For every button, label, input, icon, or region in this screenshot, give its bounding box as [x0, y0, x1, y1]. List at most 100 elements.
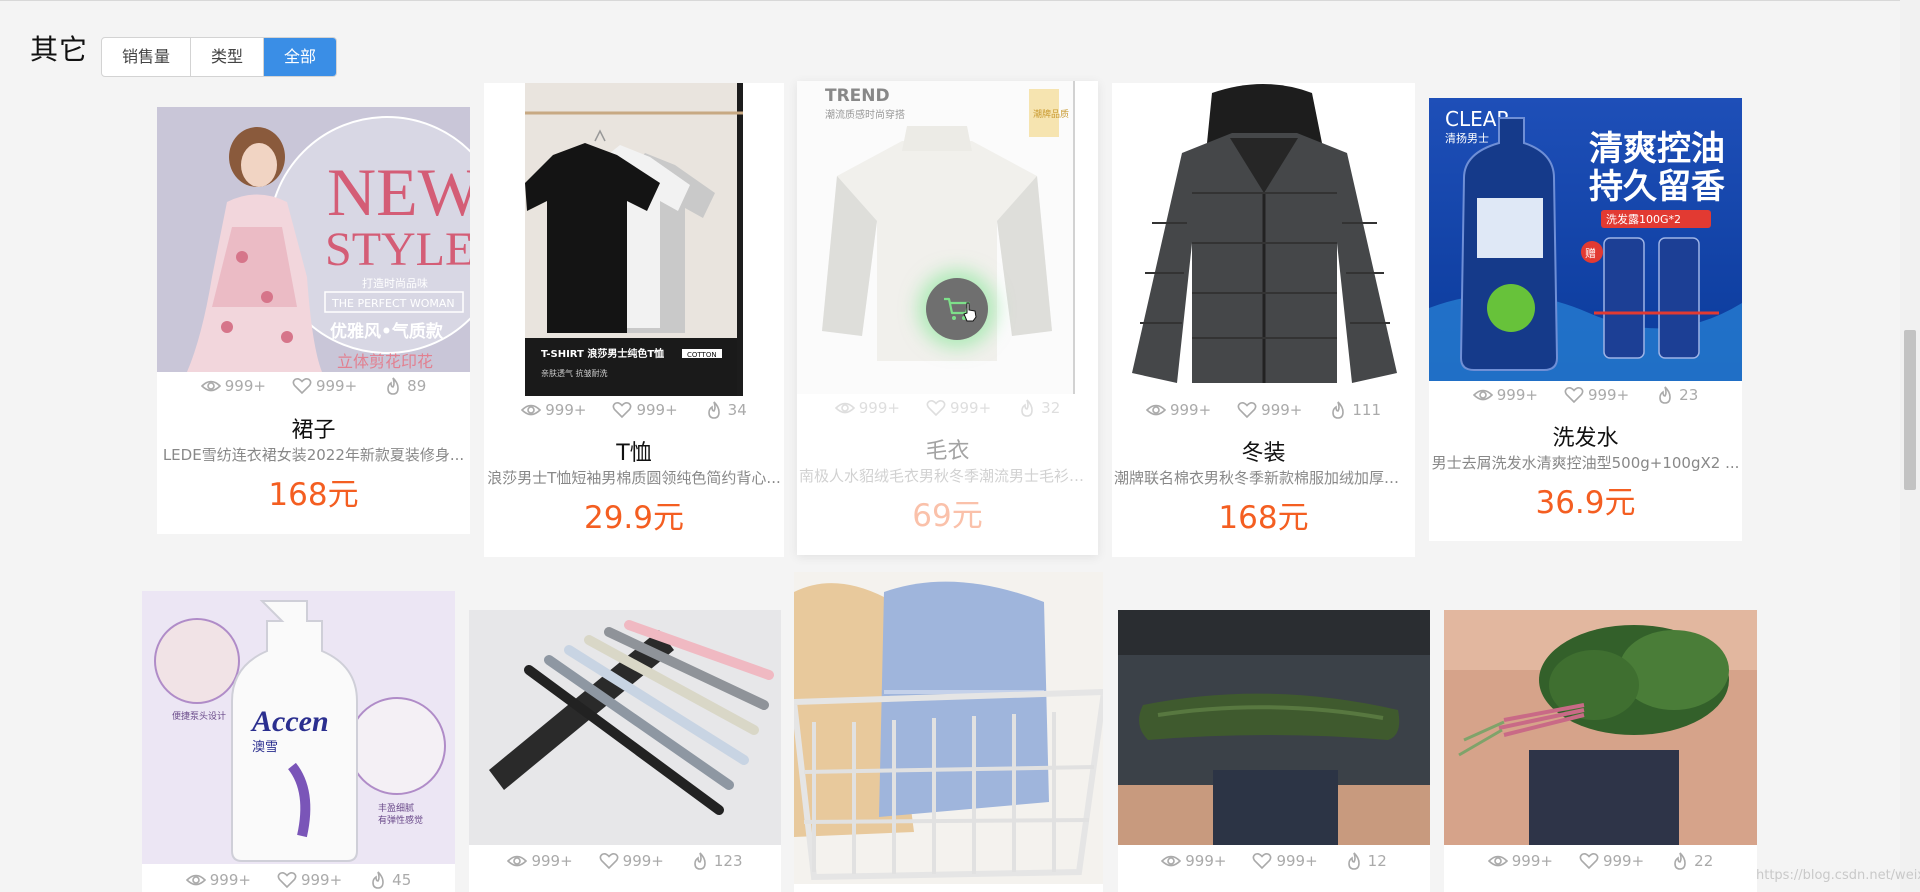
product-card-dress[interactable]: NEW STYLE 打造时尚品味 THE PERFECT WOMAN 优雅风•气… [157, 107, 470, 534]
product-image-toothbrush [469, 610, 781, 845]
product-card-spinach[interactable]: 999+ 999+ 22 [1444, 610, 1757, 892]
product-image-bodywash: Accen 澳雪 便捷泵头设计 丰盈细腻 有弹性感觉 [142, 591, 455, 864]
image-text-gift: 赠 [1585, 246, 1596, 260]
product-card-bodywash[interactable]: Accen 澳雪 便捷泵头设计 丰盈细腻 有弹性感觉 999+ 999+ 45 [142, 591, 455, 892]
views-count: 999+ [1185, 852, 1227, 870]
views-count: 999+ [858, 399, 900, 417]
product-stats: 999+ 999+ 123 [469, 852, 781, 870]
flame-icon [372, 871, 384, 889]
views-count: 999+ [545, 401, 587, 419]
flame-icon [1674, 852, 1686, 870]
hot-count: 32 [1041, 399, 1061, 417]
product-price: 168元 [1218, 500, 1309, 536]
heart-icon[interactable] [599, 852, 619, 870]
product-price: 29.9元 [583, 500, 685, 536]
views-count: 999+ [1169, 401, 1212, 419]
add-to-cart-button[interactable] [926, 278, 988, 340]
image-text-gift-badge: 洗发露100G*2 [1606, 212, 1681, 226]
heart-icon[interactable] [1237, 401, 1257, 419]
views-count: 999+ [1496, 386, 1538, 404]
product-stats: 999+ 999+ 34 [484, 401, 784, 419]
product-stats: 999+ 999+ 23 [1429, 386, 1742, 404]
image-text-perfect: THE PERFECT WOMAN [331, 297, 455, 310]
eye-icon [507, 855, 528, 867]
image-text-brand: 清扬男士 [1445, 131, 1489, 145]
product-stats: 999+ 999+ 32 [797, 399, 1098, 417]
views-count: 999+ [209, 871, 251, 889]
hot-count: 22 [1694, 852, 1714, 870]
image-text-sub: 打造时尚品味 [362, 276, 428, 290]
product-name: T恤 [616, 441, 652, 466]
heart-icon[interactable] [1252, 852, 1272, 870]
product-stats: 999+ 999+ 111 [1112, 401, 1415, 419]
scrollbar-thumb[interactable] [1904, 330, 1916, 490]
product-card-tshirt[interactable]: T-SHIRT 浪莎男士纯色T恤 COTTON 亲肤透气 抗皱耐洗 999+ 9… [484, 83, 784, 557]
image-text-elastic: 有弹性感觉 [378, 814, 423, 826]
likes-count: 999+ [949, 399, 992, 417]
product-price: 69元 [912, 498, 983, 534]
eye-icon [185, 874, 206, 886]
views-count: 999+ [1511, 852, 1553, 870]
product-stats: 999+ 999+ 45 [142, 871, 455, 889]
product-name: 冬装 [1241, 441, 1286, 466]
heart-icon[interactable] [292, 377, 312, 395]
hot-count: 12 [1367, 852, 1387, 870]
heart-icon[interactable] [926, 399, 946, 417]
product-name: 毛衣 [925, 439, 970, 464]
eye-icon [521, 404, 542, 416]
product-image-towel [794, 572, 1103, 884]
image-text-new: NEW [327, 154, 470, 230]
product-description: LEDE雪纺连衣裙女装2022年新款夏装修身... [162, 446, 465, 464]
hand-pointer-icon [963, 302, 977, 322]
top-divider [0, 0, 1920, 1]
product-card-jacket[interactable]: 999+ 999+ 111 冬装 潮牌联名棉衣男秋冬季新款棉服加绒加厚棉... … [1112, 83, 1415, 557]
filter-button-group: 销售量 类型 全部 [101, 37, 338, 77]
image-text-rich: 丰盈细腻 [378, 802, 414, 814]
product-card-shampoo[interactable]: CLEAR 清扬男士 清爽控油 持久留香 洗发露100G*2 赠 999+ 99… [1429, 98, 1742, 541]
likes-count: 999+ [1261, 401, 1303, 419]
image-text-tshirt: T-SHIRT 浪莎男士纯色T恤 [541, 347, 664, 360]
hot-count: 34 [727, 401, 747, 419]
image-text-slogan-1: 清爽控油 [1589, 129, 1725, 169]
product-name: 裙子 [291, 418, 336, 443]
product-description: 浪莎男士T恤短袖男棉质圆领纯色简约背心... [487, 469, 781, 487]
likes-count: 999+ [1276, 852, 1318, 870]
heart-icon[interactable] [277, 871, 297, 889]
eye-icon [200, 380, 221, 392]
hot-count: 123 [713, 852, 743, 870]
likes-count: 999+ [300, 871, 343, 889]
product-card-cucumber[interactable]: 999+ 999+ 12 [1118, 610, 1430, 892]
flame-icon [1332, 401, 1345, 419]
heart-icon[interactable] [1564, 386, 1584, 404]
product-image-cucumber [1118, 610, 1430, 845]
filter-sales-button[interactable]: 销售量 [102, 38, 192, 76]
eye-icon [1472, 389, 1493, 401]
filter-type-button[interactable]: 类型 [191, 38, 265, 76]
flame-icon [694, 852, 706, 870]
product-price: 168元 [268, 477, 359, 513]
hot-count: 45 [392, 871, 412, 889]
likes-count: 999+ [636, 401, 678, 419]
views-count: 999+ [531, 852, 573, 870]
image-text-aoxue: 澳雪 [252, 739, 278, 755]
product-image-shampoo: CLEAR 清扬男士 清爽控油 持久留香 洗发露100G*2 赠 [1429, 98, 1742, 381]
page-title: 其它 [30, 33, 89, 66]
filter-all-button[interactable]: 全部 [264, 38, 337, 76]
hot-count: 111 [1352, 401, 1382, 419]
eye-icon [834, 402, 855, 414]
product-card-toothbrush[interactable]: 999+ 999+ 123 [469, 610, 781, 892]
product-description: 男士去屑洗发水清爽控油型500g+100gX2 ... [1431, 454, 1740, 472]
product-card-towel[interactable] [794, 572, 1103, 892]
product-image-spinach [1444, 610, 1757, 845]
image-text-style: STYLE [325, 223, 470, 276]
views-count: 999+ [224, 377, 266, 395]
flame-icon [1021, 399, 1033, 417]
product-stats: 999+ 999+ 12 [1118, 852, 1430, 870]
hot-count: 23 [1679, 386, 1699, 404]
flame-icon [707, 401, 720, 419]
flame-icon [1347, 852, 1360, 870]
product-image-dress: NEW STYLE 打造时尚品味 THE PERFECT WOMAN 优雅风•气… [157, 107, 470, 372]
heart-icon[interactable] [612, 401, 632, 419]
eye-icon [1487, 855, 1508, 867]
heart-icon[interactable] [1579, 852, 1599, 870]
